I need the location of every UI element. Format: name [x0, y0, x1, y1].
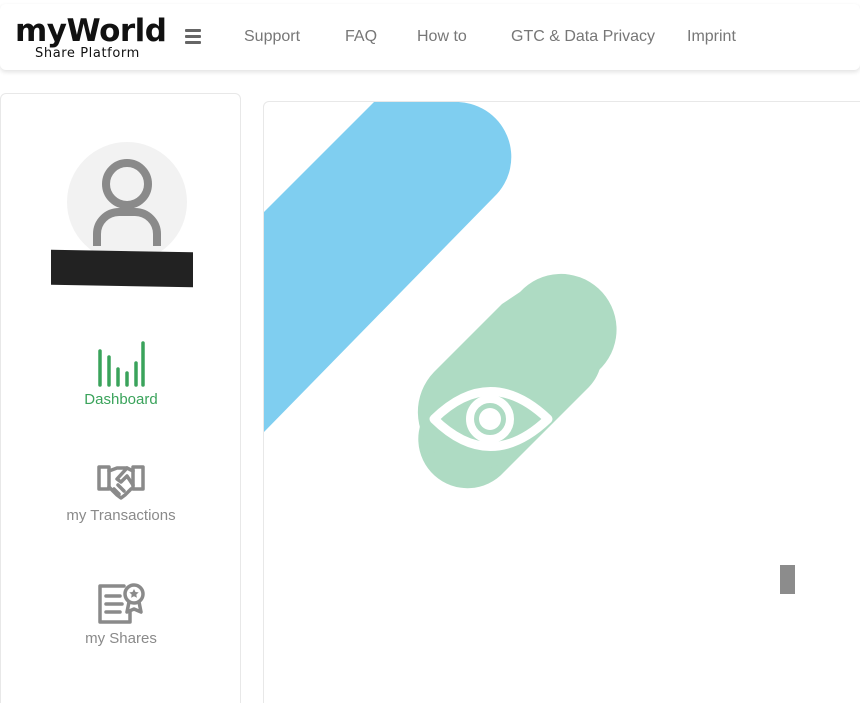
page: myWorld Share Platform Support FAQ How t…	[0, 0, 860, 703]
hamburger-menu-icon[interactable]	[185, 29, 201, 45]
bar-chart-icon	[98, 341, 145, 387]
sidebar: Dashboard my Transactions my Shares	[0, 93, 241, 703]
sidebar-item-shares[interactable]: my Shares	[1, 582, 241, 647]
sidebar-item-dashboard[interactable]: Dashboard	[1, 341, 241, 408]
nav-gtc-data-privacy[interactable]: GTC & Data Privacy	[511, 28, 655, 46]
main-content	[263, 101, 860, 703]
hero-graphic	[264, 102, 617, 489]
redacted-username	[51, 249, 193, 288]
nav-faq[interactable]: FAQ	[345, 28, 377, 46]
certificate-icon	[98, 583, 145, 624]
sidebar-item-label: my Shares	[85, 630, 157, 647]
sidebar-item-label: my Transactions	[66, 507, 176, 524]
user-icon	[93, 159, 161, 246]
avatar[interactable]	[67, 142, 187, 262]
logo-title: myWorld	[15, 13, 167, 49]
nav-imprint[interactable]: Imprint	[687, 28, 736, 46]
nav-support[interactable]: Support	[244, 28, 300, 46]
top-header: myWorld Share Platform Support FAQ How t…	[0, 4, 860, 70]
handshake-icon	[97, 465, 145, 500]
sidebar-item-transactions[interactable]: my Transactions	[1, 463, 241, 524]
sidebar-item-label: Dashboard	[84, 391, 158, 408]
logo[interactable]: myWorld Share Platform	[15, 13, 167, 62]
nav-how-to[interactable]: How to	[417, 28, 467, 46]
scroll-indicator[interactable]	[780, 565, 795, 594]
logo-subtitle: Share Platform	[35, 46, 140, 61]
